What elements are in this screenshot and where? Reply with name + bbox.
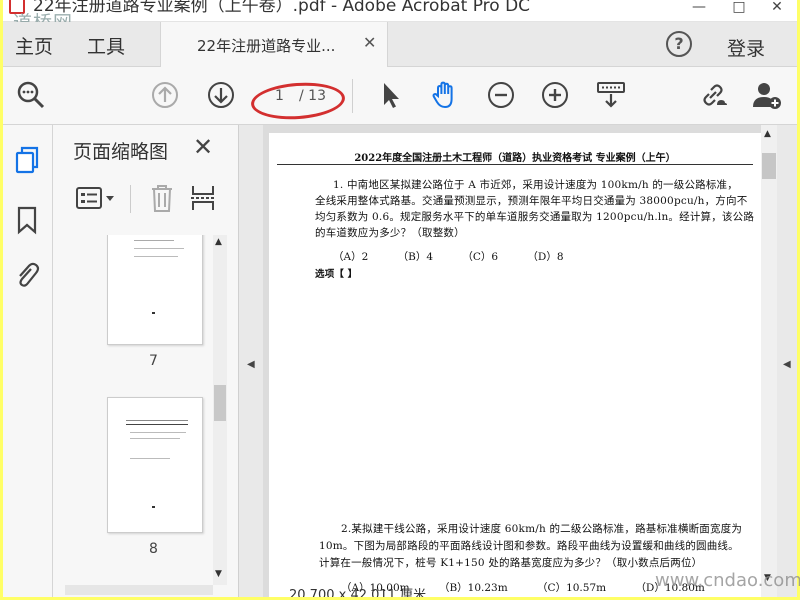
close-panel-icon[interactable]: ✕ <box>193 133 213 161</box>
choice-c: （C）6 <box>462 251 499 263</box>
tab-bar: 主页 工具 22年注册道路专业... ✕ ? 登录 <box>3 22 797 67</box>
page-size-label: 20.700 x 42.011 厘米 <box>289 588 427 597</box>
zoom-in-icon[interactable] <box>539 79 571 111</box>
extract-pages-icon[interactable] <box>189 183 217 217</box>
question-2-line-3: 计算在一般情况下，桩号 K1+150 处的路基宽度应为多少？（取小数点后两位） <box>319 557 703 569</box>
attachment-icon[interactable] <box>13 259 41 289</box>
thumbnail-list: 7 8 <box>53 235 239 585</box>
page-thumbnail-7[interactable] <box>107 235 203 345</box>
delete-page-icon[interactable] <box>149 183 175 217</box>
search-icon[interactable] <box>15 79 47 111</box>
question-1-line-1: 1. 中南地区某拟建公路位于 A 市近郊，采用设计速度为 100km/h 的一级… <box>333 179 738 191</box>
right-panel-strip[interactable]: ◀ <box>777 125 797 597</box>
maximize-button[interactable]: □ <box>719 0 759 18</box>
tab-document[interactable]: 22年注册道路专业... ✕ <box>160 22 388 67</box>
window-title: 22年注册道路专业案例（上午卷）.pdf - Adobe Acrobat Pro… <box>33 0 531 16</box>
panel-title: 页面缩略图 <box>73 141 169 163</box>
left-navigation-rail <box>3 125 53 597</box>
zoom-out-icon[interactable] <box>485 79 517 111</box>
question-2-line-1: 2.某拟建干线公路，采用设计速度 60km/h 的二级公路标准，路基标准横断面宽… <box>341 523 743 535</box>
question-1-choices: （A）2 （B）4 （C）6 （D）8 <box>333 249 590 264</box>
question-1-line-2: 全线采用整体式路基。交通量预测显示，预测年限年平均日交通量为 38000pcu/… <box>315 195 748 207</box>
share-link-icon[interactable] <box>697 79 729 111</box>
header-rule <box>277 164 753 165</box>
scroll-up-icon[interactable]: ▲ <box>764 129 771 139</box>
page-thumbnail-8[interactable] <box>107 397 203 533</box>
choice-d: （D）8 <box>527 251 564 263</box>
next-page-icon[interactable] <box>205 79 237 111</box>
document-tab-title: 22年注册道路专业... <box>197 37 336 55</box>
main-toolbar: 1 / 13 <box>3 67 797 125</box>
exam-header: 2022年度全国注册土木工程师（道路）执业资格考试 专业案例（上午） <box>354 153 676 164</box>
hand-tool-icon[interactable] <box>429 79 461 111</box>
tab-home[interactable]: 主页 <box>15 32 53 59</box>
login-button[interactable]: 登录 <box>727 34 765 61</box>
toolbar-divider <box>130 185 131 213</box>
close-window-button[interactable]: ✕ <box>757 0 797 18</box>
options-menu-icon[interactable] <box>75 185 119 215</box>
answer-label: 选项【 】 <box>315 269 358 280</box>
question-1-line-4: 的车道数应为多少？（取整数） <box>315 227 465 239</box>
tab-tools[interactable]: 工具 <box>87 32 125 59</box>
question-2-line-2: 10m。下图为局部路段的平面路线设计图和参数。路段平曲线为设置缓和曲线的圆曲线。 <box>319 540 739 552</box>
expand-right-panel-icon[interactable]: ◀ <box>783 359 791 370</box>
previous-page-icon[interactable] <box>149 79 181 111</box>
thumbnail-scrollbar[interactable]: ▲ ▼ <box>213 235 227 585</box>
document-view: 2022年度全国注册土木工程师（道路）执业资格考试 专业案例（上午） 1. 中南… <box>263 125 797 597</box>
help-icon[interactable]: ? <box>666 31 692 57</box>
collapse-left-arrow-icon[interactable]: ◀ <box>247 359 255 370</box>
minimize-button[interactable]: — <box>679 0 719 18</box>
question-1-line-3: 均匀系数为 0.6。规定服务水平下的单车道服务交通量取为 1200pcu/h.l… <box>315 211 755 223</box>
pdf-page: 2022年度全国注册土木工程师（道路）执业资格考试 专业案例（上午） 1. 中南… <box>269 133 761 597</box>
scroll-down-icon[interactable]: ▼ <box>215 569 222 579</box>
bookmark-icon[interactable] <box>13 205 41 235</box>
acrobat-window: 22年注册道路专业案例（上午卷）.pdf - Adobe Acrobat Pro… <box>3 0 797 597</box>
choice-b: （B）4 <box>397 251 434 263</box>
panel-collapse-strip[interactable]: ◀ <box>239 125 263 597</box>
thumbnail-toolbar <box>53 177 239 221</box>
scroll-mode-icon[interactable] <box>595 79 627 111</box>
thumbnails-panel: 页面缩略图 ✕ 7 8 ▲ ▼ <box>53 125 239 597</box>
page-thumbnails-icon[interactable] <box>13 145 41 175</box>
scrollbar-thumb[interactable] <box>762 153 776 179</box>
thumbnail-horizontal-scrollbar[interactable] <box>65 585 213 595</box>
document-scrollbar[interactable]: ▲ ▼ <box>761 125 777 597</box>
select-cursor-icon[interactable] <box>375 79 407 111</box>
scroll-up-icon[interactable]: ▲ <box>215 237 222 247</box>
add-user-icon[interactable] <box>751 79 783 111</box>
choice-a: （A）2 <box>333 251 369 263</box>
close-tab-icon[interactable]: ✕ <box>363 33 376 52</box>
thumbnail-label: 8 <box>149 541 158 557</box>
site-url-watermark: www.cndao.com <box>655 570 800 591</box>
toolbar-divider <box>352 79 353 113</box>
thumbnail-label: 7 <box>149 353 158 369</box>
scrollbar-thumb[interactable] <box>214 385 226 421</box>
title-bar: 22年注册道路专业案例（上午卷）.pdf - Adobe Acrobat Pro… <box>3 0 797 22</box>
